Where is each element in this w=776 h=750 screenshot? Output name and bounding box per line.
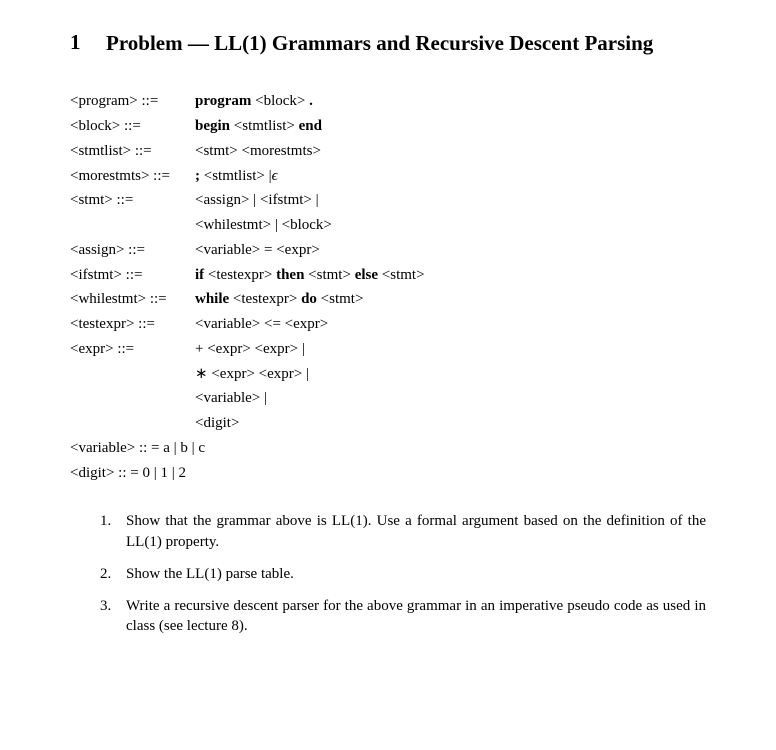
grammar-rhs: <variable> = <expr> [195,238,320,263]
grammar-rhs: ∗ <expr> <expr> | [195,362,309,387]
grammar-rule-full: <variable> :: = a | b | c [70,436,205,461]
question-list: 1.Show that the grammar above is LL(1). … [100,511,706,636]
grammar-rule: <expr> ::=+ <expr> <expr> | [70,337,706,362]
grammar-rule: <assign> ::=<variable> = <expr> [70,238,706,263]
grammar-rhs: <digit> [195,411,239,436]
grammar-rule: <stmt> ::=<assign> | <ifstmt> | [70,188,706,213]
grammar-rule: ∗ <expr> <expr> | [70,362,706,387]
question-item: 1.Show that the grammar above is LL(1). … [100,511,706,552]
grammar-rhs: program <block> . [195,89,313,114]
grammar-rule: <morestmts> ::=; <stmtlist> |ϵ [70,164,706,189]
grammar-rhs: if <testexpr> then <stmt> else <stmt> [195,263,425,288]
grammar-block: <program> ::=program <block> .<block> ::… [70,89,706,485]
grammar-rhs: <stmt> <morestmts> [195,139,321,164]
grammar-lhs: <program> ::= [70,89,195,114]
grammar-rule-full: <digit> :: = 0 | 1 | 2 [70,461,186,486]
section-header: 1 Problem — LL(1) Grammars and Recursive… [70,30,706,57]
grammar-rule: <variable> :: = a | b | c [70,436,706,461]
grammar-rule: <stmtlist> ::=<stmt> <morestmts> [70,139,706,164]
grammar-rule: <variable> | [70,386,706,411]
grammar-lhs: <assign> ::= [70,238,195,263]
grammar-rhs: while <testexpr> do <stmt> [195,287,363,312]
section-title: Problem — LL(1) Grammars and Recursive D… [106,30,653,57]
question-text: Show that the grammar above is LL(1). Us… [126,511,706,552]
question-number: 3. [100,596,122,637]
grammar-lhs: <stmtlist> ::= [70,139,195,164]
grammar-rhs: <whilestmt> | <block> [195,213,332,238]
grammar-rule: <whilestmt> ::=while <testexpr> do <stmt… [70,287,706,312]
grammar-rule: <ifstmt> ::=if <testexpr> then <stmt> el… [70,263,706,288]
grammar-rhs: ; <stmtlist> |ϵ [195,164,278,189]
question-number: 1. [100,511,122,552]
grammar-lhs: <whilestmt> ::= [70,287,195,312]
grammar-lhs: <testexpr> ::= [70,312,195,337]
grammar-rule: <block> ::=begin <stmtlist> end [70,114,706,139]
grammar-lhs: <morestmts> ::= [70,164,195,189]
grammar-lhs: <ifstmt> ::= [70,263,195,288]
grammar-rule: <program> ::=program <block> . [70,89,706,114]
grammar-lhs: <block> ::= [70,114,195,139]
grammar-rhs: <variable> <= <expr> [195,312,328,337]
question-text: Show the LL(1) parse table. [126,564,294,584]
question-item: 2.Show the LL(1) parse table. [100,564,706,584]
grammar-rhs: + <expr> <expr> | [195,337,305,362]
grammar-rule: <testexpr> ::=<variable> <= <expr> [70,312,706,337]
question-number: 2. [100,564,122,584]
grammar-lhs: <expr> ::= [70,337,195,362]
grammar-rule: <digit> :: = 0 | 1 | 2 [70,461,706,486]
grammar-rule: <whilestmt> | <block> [70,213,706,238]
grammar-rule: <digit> [70,411,706,436]
question-item: 3.Write a recursive descent parser for t… [100,596,706,637]
grammar-rhs: begin <stmtlist> end [195,114,322,139]
grammar-lhs: <stmt> ::= [70,188,195,213]
section-number: 1 [70,30,88,55]
question-text: Write a recursive descent parser for the… [126,596,706,637]
grammar-rhs: <variable> | [195,386,267,411]
grammar-rhs: <assign> | <ifstmt> | [195,188,319,213]
